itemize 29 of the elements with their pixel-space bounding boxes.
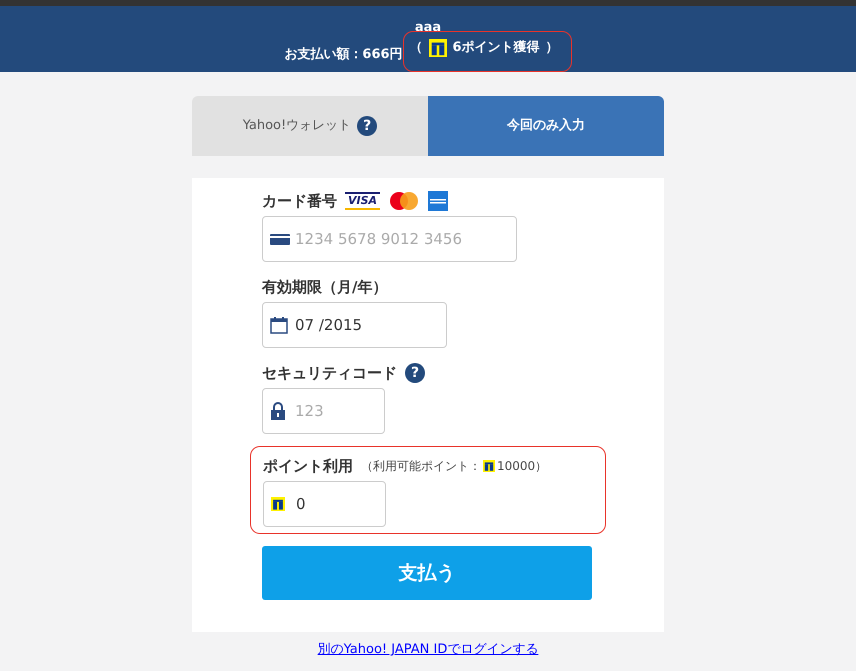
credit-card-icon [270, 232, 290, 246]
available-points: 10000） [497, 458, 548, 475]
t-point-icon [483, 460, 495, 472]
expiry-field[interactable]: 07 /2015 [262, 302, 447, 348]
points-earned: 6ポイント獲得 [452, 39, 540, 57]
field-label: ポイント利用 [263, 456, 353, 477]
available-points-label: （利用可能ポイント： [361, 458, 481, 475]
header-title: aaa [414, 19, 442, 37]
parenthesis: ） [546, 39, 559, 57]
amex-logo [428, 191, 448, 211]
mastercard-logo [388, 191, 420, 211]
t-point-icon [428, 38, 447, 56]
card-number-field[interactable]: 1234 5678 9012 3456 [262, 216, 517, 262]
field-label: 有効期限（月/年） [262, 276, 388, 298]
payment-amount: お支払い額：666円 [284, 46, 403, 64]
help-icon[interactable]: ? [357, 116, 378, 136]
login-link[interactable]: 別のYahoo! JAPAN IDでログインする [192, 640, 664, 660]
points-field[interactable]: 0 [263, 481, 386, 527]
calendar-icon [270, 316, 288, 334]
payment-tab[interactable]: 今回のみ入力 [428, 96, 664, 156]
field-label: カード番号 [262, 190, 337, 212]
field-label: セキュリティコード [262, 362, 397, 384]
security-code-field[interactable]: 123 [262, 388, 385, 434]
parenthesis: （ [410, 39, 423, 57]
help-icon[interactable]: ? [405, 363, 425, 383]
t-point-icon [271, 497, 285, 511]
visa-logo: VISA [345, 192, 380, 210]
lock-icon [270, 402, 286, 420]
payment-tab[interactable]: Yahoo!ウォレット ? [192, 96, 428, 156]
